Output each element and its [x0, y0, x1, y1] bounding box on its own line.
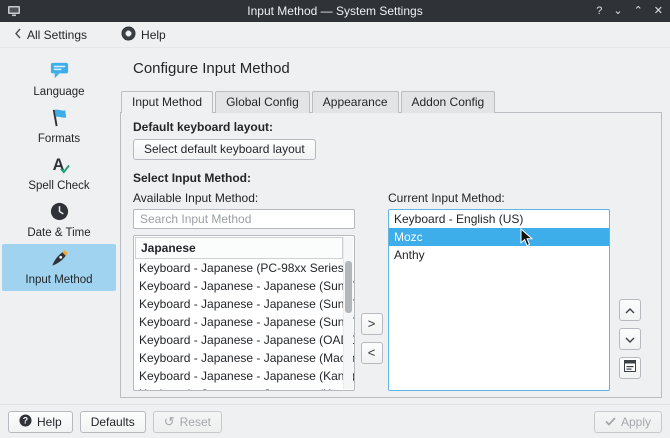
- titlebar[interactable]: Input Method — System Settings ? ⌄ ⌃ ✕: [0, 0, 670, 22]
- sidebar-item-spell-check[interactable]: A Spell Check: [2, 150, 116, 197]
- window-controls: ? ⌄ ⌃ ✕: [596, 0, 663, 22]
- reset-button[interactable]: ↺ Reset: [152, 410, 222, 433]
- sidebar-item-label: Language: [33, 86, 85, 98]
- select-default-keyboard-layout-button[interactable]: Select default keyboard layout: [133, 139, 316, 160]
- default-keyboard-layout-label: Default keyboard layout:: [133, 120, 274, 134]
- current-item-selected[interactable]: Mozc: [389, 227, 609, 246]
- list-group-header[interactable]: Japanese: [135, 237, 343, 260]
- sidebar-item-label: Date & Time: [27, 227, 91, 239]
- apply-button[interactable]: Apply: [593, 410, 662, 433]
- available-item[interactable]: Keyboard - Japanese - Japanese (OADG 109…: [134, 331, 354, 349]
- tab-bar: Input Method Global Config Appearance Ad…: [121, 90, 662, 113]
- sidebar-item-label: Formats: [37, 133, 81, 145]
- available-item[interactable]: Keyboard - Japanese - Japanese (Sun Type…: [134, 313, 354, 331]
- sidebar-item-formats[interactable]: Formats: [2, 103, 116, 150]
- reset-icon: ↺: [163, 414, 175, 429]
- maximize-button[interactable]: ⌃: [634, 0, 643, 22]
- input-method-icon: [49, 248, 70, 272]
- current-column: Current Input Method: Keyboard - English…: [388, 191, 610, 391]
- help-button[interactable]: ? Help: [8, 410, 73, 433]
- configure-icon: [623, 360, 636, 375]
- remove-input-method-button[interactable]: <: [360, 341, 383, 364]
- app-icon: [7, 4, 21, 18]
- transfer-column: > <: [355, 191, 388, 391]
- help-icon: [121, 26, 136, 44]
- move-down-button[interactable]: [618, 327, 641, 350]
- content-area: Language Formats A Spell Check Date & Ti…: [0, 48, 670, 404]
- checkmark-icon: [605, 415, 616, 429]
- sidebar-item-input-method[interactable]: Input Method: [2, 244, 116, 291]
- main-panel: Configure Input Method Input Method Glob…: [118, 48, 670, 404]
- window-help-button[interactable]: ?: [596, 0, 602, 22]
- toolbar-help-label: Help: [141, 27, 166, 42]
- reset-button-label: Reset: [179, 414, 211, 429]
- current-input-method-list[interactable]: Keyboard - English (US) Mozc Anthy: [388, 208, 610, 391]
- sidebar: Language Formats A Spell Check Date & Ti…: [0, 48, 118, 404]
- current-item[interactable]: Keyboard - English (US): [389, 210, 609, 228]
- chevron-up-icon: [625, 302, 635, 317]
- list-actions-column: [610, 191, 649, 391]
- available-item[interactable]: Keyboard - Japanese - Japanese (Kana): [134, 367, 354, 385]
- chevron-down-icon: [625, 331, 635, 346]
- chevron-left-icon: [14, 28, 22, 42]
- footer-bar: ? Help Defaults ↺ Reset Apply: [0, 404, 670, 438]
- sidebar-item-label: Spell Check: [28, 180, 90, 192]
- toolbar: All Settings Help: [0, 22, 670, 48]
- sidebar-item-date-time[interactable]: Date & Time: [2, 197, 116, 244]
- available-input-method-list[interactable]: Japanese Keyboard - Japanese (PC-98xx Se…: [133, 235, 355, 391]
- sidebar-item-label: Input Method: [25, 274, 93, 286]
- toolbar-help-button[interactable]: Help: [115, 24, 172, 46]
- window-title: Input Method — System Settings: [247, 4, 423, 18]
- formats-icon: [49, 107, 70, 131]
- svg-text:?: ?: [23, 415, 28, 425]
- help-circle-icon: ?: [19, 413, 32, 430]
- input-method-columns: Available Input Method: Japanese Keyboar…: [133, 191, 649, 391]
- current-input-method-label: Current Input Method:: [388, 190, 505, 205]
- defaults-button[interactable]: Defaults: [79, 410, 146, 433]
- available-item[interactable]: Keyboard - Japanese - Japanese (Kana 86): [134, 385, 354, 390]
- available-item[interactable]: Keyboard - Japanese - Japanese (Sun Type…: [134, 277, 354, 295]
- date-time-icon: [49, 201, 70, 225]
- move-up-button[interactable]: [618, 298, 641, 321]
- help-button-label: Help: [37, 414, 62, 429]
- all-settings-button[interactable]: All Settings: [8, 26, 93, 44]
- current-item[interactable]: Anthy: [389, 246, 609, 264]
- sidebar-item-language[interactable]: Language: [2, 56, 116, 103]
- available-item[interactable]: Keyboard - Japanese - Japanese (Sun Type…: [134, 295, 354, 313]
- add-input-method-button[interactable]: >: [360, 312, 383, 335]
- configure-input-method-button[interactable]: [618, 356, 641, 379]
- tab-input-method[interactable]: Input Method: [121, 91, 214, 113]
- language-icon: [49, 60, 70, 84]
- input-method-tab-panel: Default keyboard layout: Select default …: [120, 112, 662, 398]
- available-item[interactable]: Keyboard - Japanese - Japanese (Macintos…: [134, 349, 354, 367]
- tab-global-config[interactable]: Global Config: [215, 91, 310, 113]
- vertical-scrollbar[interactable]: [343, 237, 353, 389]
- defaults-button-label: Defaults: [90, 414, 135, 429]
- page-title: Configure Input Method: [133, 60, 290, 77]
- tab-addon-config[interactable]: Addon Config: [400, 91, 496, 113]
- available-item[interactable]: Keyboard - Japanese (PC-98xx Series): [134, 259, 354, 277]
- tab-appearance[interactable]: Appearance: [311, 91, 399, 113]
- search-input[interactable]: [133, 208, 355, 230]
- apply-button-label: Apply: [620, 414, 651, 429]
- system-settings-window: Input Method — System Settings ? ⌄ ⌃ ✕ A…: [0, 0, 670, 438]
- available-column: Available Input Method: Japanese Keyboar…: [133, 191, 355, 391]
- spell-check-icon: A: [49, 154, 70, 178]
- minimize-button[interactable]: ⌄: [613, 0, 622, 22]
- available-input-method-label: Available Input Method:: [133, 190, 259, 205]
- close-button[interactable]: ✕: [654, 0, 663, 22]
- scrollbar-handle[interactable]: [345, 261, 352, 314]
- all-settings-label: All Settings: [27, 27, 88, 42]
- select-input-method-label: Select Input Method:: [133, 170, 251, 185]
